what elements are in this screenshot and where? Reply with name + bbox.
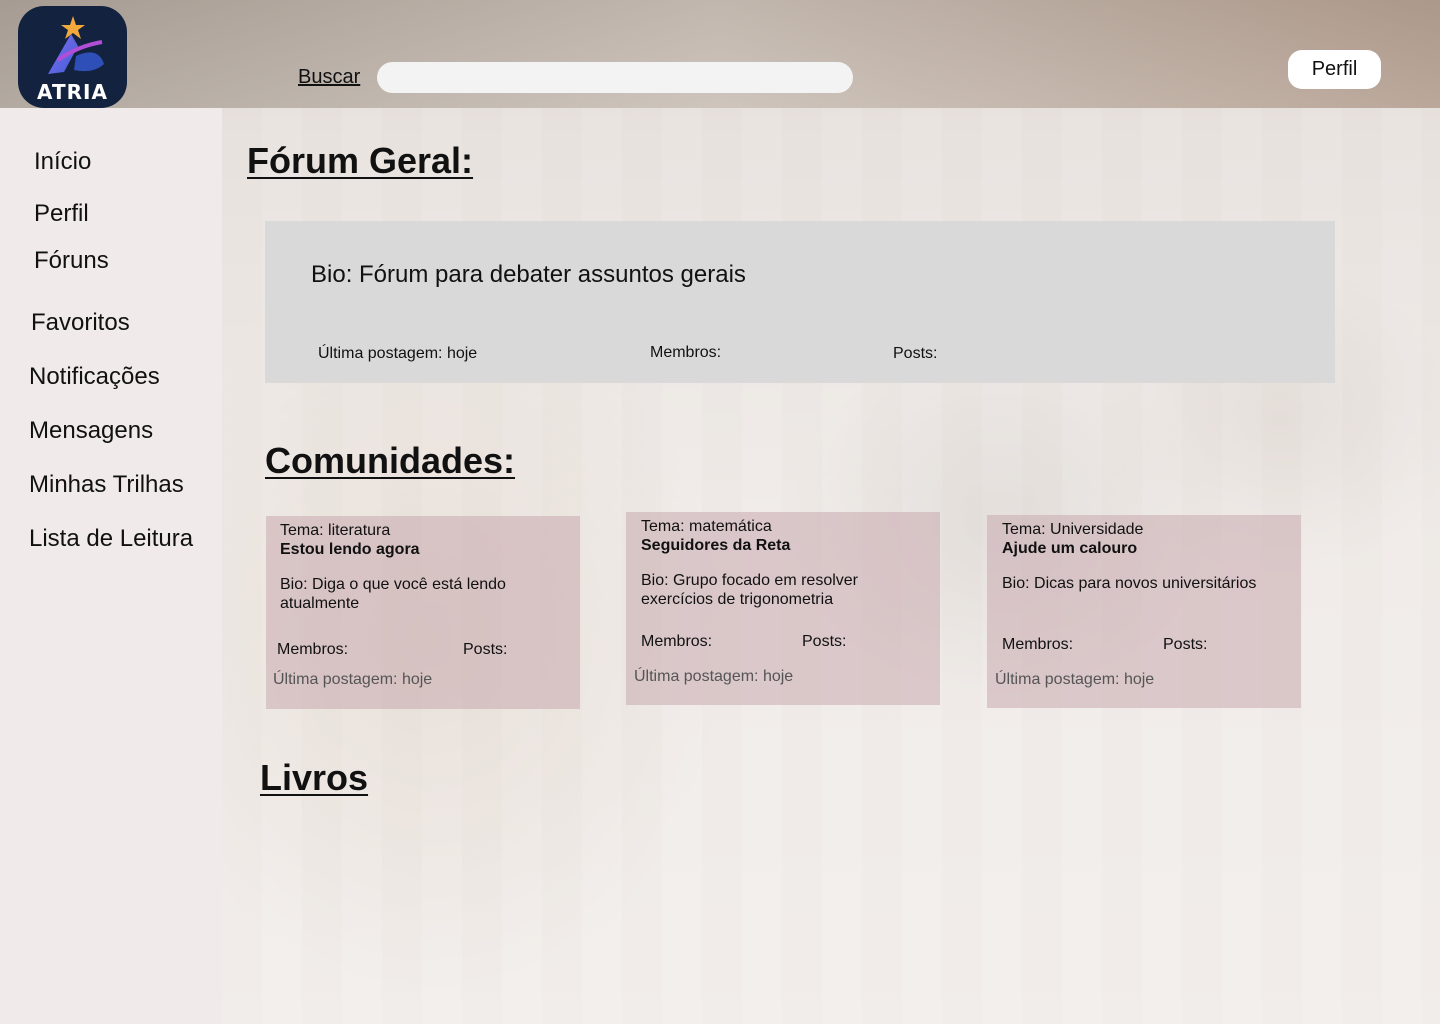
community-last-post: Última postagem: hoje (634, 668, 794, 685)
community-card-matematica[interactable]: Tema: matemática Seguidores da Reta Bio:… (626, 512, 940, 705)
sidebar-item-favoritos[interactable]: Favoritos (31, 309, 130, 337)
community-theme: Tema: matemática (641, 518, 772, 535)
community-bio: Bio: Dicas para novos universitários (1002, 575, 1257, 592)
community-name: Estou lendo agora (280, 541, 420, 558)
community-last-post: Última postagem: hoje (995, 671, 1155, 688)
community-posts: Posts: (463, 641, 508, 658)
sidebar-item-notificacoes[interactable]: Notificações (29, 363, 160, 391)
community-theme: Tema: literatura (280, 522, 391, 539)
community-posts: Posts: (1163, 636, 1208, 653)
community-name: Seguidores da Reta (641, 537, 791, 554)
forum-members: Membros: (650, 344, 722, 361)
livros-title[interactable]: Livros (260, 757, 368, 799)
search-label[interactable]: Buscar (298, 66, 360, 89)
sidebar-item-inicio[interactable]: Início (34, 148, 91, 176)
star-icon (48, 16, 104, 74)
community-bio: Bio: Diga o que você está lendo atualmen… (280, 576, 506, 612)
sidebar-item-minhas-trilhas[interactable]: Minhas Trilhas (29, 471, 184, 499)
community-last-post: Última postagem: hoje (273, 671, 433, 688)
community-posts: Posts: (802, 633, 847, 650)
sidebar-item-foruns[interactable]: Fóruns (34, 247, 109, 275)
sidebar-item-perfil[interactable]: Perfil (34, 200, 89, 228)
community-card-literatura[interactable]: Tema: literatura Estou lendo agora Bio: … (266, 516, 580, 709)
sidebar: Início Perfil Fóruns Favoritos Notificaç… (0, 108, 222, 1024)
community-card-universidade[interactable]: Tema: Universidade Ajude um calouro Bio:… (987, 515, 1301, 708)
logo-text: ATRIA (37, 80, 108, 104)
forum-last-post: Última postagem: hoje (318, 345, 478, 362)
community-members: Membros: (1002, 636, 1074, 653)
atria-logo[interactable]: ATRIA (18, 6, 127, 108)
forum-bio: Bio: Fórum para debater assuntos gerais (311, 261, 746, 288)
community-bio: Bio: Grupo focado em resolver exercícios… (641, 572, 858, 608)
sidebar-item-mensagens[interactable]: Mensagens (29, 417, 153, 445)
forum-posts: Posts: (893, 345, 938, 362)
community-members: Membros: (641, 633, 713, 650)
community-theme: Tema: Universidade (1002, 521, 1144, 538)
forum-geral-card[interactable]: Bio: Fórum para debater assuntos gerais … (265, 221, 1335, 383)
comunidades-title[interactable]: Comunidades: (265, 440, 515, 482)
profile-button[interactable]: Perfil (1288, 50, 1381, 89)
community-name: Ajude um calouro (1002, 540, 1138, 557)
community-members: Membros: (277, 641, 349, 658)
sidebar-item-lista-de-leitura[interactable]: Lista de Leitura (29, 525, 193, 553)
forum-geral-title[interactable]: Fórum Geral: (247, 140, 473, 182)
search-input[interactable] (377, 62, 853, 93)
